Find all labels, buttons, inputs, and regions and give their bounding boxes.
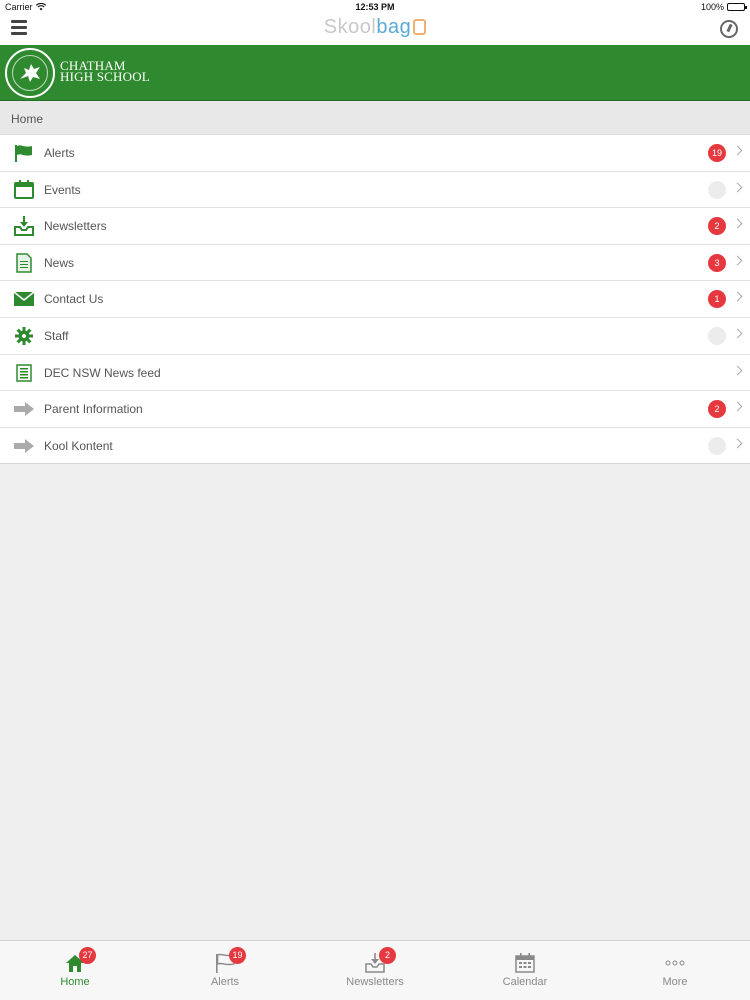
app-logo: Skoolbag — [0, 16, 750, 39]
tab-newsletters[interactable]: 2 Newsletters — [300, 941, 450, 1000]
school-header: CHATHAM HIGH SCHOOL — [0, 45, 750, 101]
chevron-right-icon — [732, 182, 743, 193]
menu-item-label: DEC NSW News feed — [44, 365, 161, 380]
menu-list: Alerts 19 Events Newsletters 2 News 3 Co… — [0, 134, 750, 465]
chevron-right-icon — [732, 328, 743, 339]
count-badge: 2 — [708, 217, 726, 236]
tab-label: Alerts — [210, 976, 240, 988]
gear-icon — [13, 326, 35, 346]
menu-item-label: News — [44, 255, 75, 270]
menu-item-label: Newsletters — [44, 219, 107, 234]
chevron-right-icon — [732, 145, 743, 156]
top-nav: Skoolbag — [0, 14, 750, 45]
menu-item-events[interactable]: Events — [0, 172, 750, 209]
menu-item-contact-us[interactable]: Contact Us 1 — [0, 281, 750, 318]
arrow-right-icon — [13, 399, 35, 419]
chevron-right-icon — [732, 218, 743, 229]
tab-label: Newsletters — [346, 976, 404, 988]
menu-item-label: Parent Information — [44, 402, 143, 417]
count-badge: 3 — [708, 253, 726, 272]
school-name-line2: HIGH SCHOOL — [60, 69, 150, 84]
tab-alerts[interactable]: 19 Alerts — [150, 941, 300, 1000]
logo-text-bag: bag — [376, 16, 412, 38]
inbox-download-icon — [13, 216, 35, 237]
battery-indicator: 100% — [700, 2, 747, 12]
school-crest-icon — [5, 48, 55, 98]
menu-item-parent-information[interactable]: Parent Information 2 — [0, 391, 750, 428]
chevron-right-icon — [732, 401, 743, 412]
menu-item-dec-nsw-news-feed[interactable]: DEC NSW News feed — [0, 355, 750, 392]
count-badge — [708, 326, 726, 345]
menu-item-kool-kontent[interactable]: Kool Kontent — [0, 428, 750, 465]
menu-item-label: Contact Us — [44, 292, 104, 307]
menu-item-label: Alerts — [44, 146, 75, 160]
tab-bar: 27 Home 19 Alerts 2 Newsletters Calendar… — [0, 940, 750, 1000]
count-badge — [708, 436, 726, 455]
tab-badge: 27 — [79, 947, 96, 964]
tab-home[interactable]: 27 Home — [0, 941, 150, 1000]
newspaper-icon — [13, 363, 35, 383]
breadcrumb: Home — [0, 101, 750, 134]
calendar-icon — [13, 180, 35, 200]
chevron-right-icon — [732, 291, 743, 302]
chevron-right-icon — [732, 438, 743, 449]
count-badge: 19 — [708, 144, 726, 162]
menu-item-staff[interactable]: Staff — [0, 318, 750, 355]
menu-item-label: Kool Kontent — [44, 438, 113, 453]
tab-badge: 19 — [229, 947, 246, 964]
count-badge — [708, 180, 726, 199]
count-badge: 2 — [708, 400, 726, 419]
envelope-icon — [13, 289, 35, 309]
tab-more[interactable]: More — [600, 941, 750, 1000]
arrow-right-icon — [13, 436, 35, 456]
count-badge: 1 — [708, 290, 726, 309]
flag-icon — [13, 143, 35, 163]
menu-item-label: Events — [44, 182, 81, 197]
school-name: CHATHAM HIGH SCHOOL — [60, 59, 150, 84]
document-icon — [13, 253, 35, 273]
menu-item-label: Staff — [44, 328, 69, 343]
tab-label: Calendar — [502, 976, 548, 988]
battery-label: 100% — [700, 2, 724, 12]
tab-badge: 2 — [379, 947, 396, 964]
tab-label: More — [662, 976, 688, 988]
menu-item-news[interactable]: News 3 — [0, 245, 750, 282]
bag-icon — [413, 19, 427, 35]
chevron-right-icon — [732, 365, 743, 376]
chevron-right-icon — [732, 255, 743, 266]
logo-text-skool: Skool — [323, 16, 377, 38]
sync-icon[interactable] — [720, 20, 738, 38]
battery-icon — [727, 3, 747, 11]
status-time: 12:53 PM — [355, 2, 395, 12]
tab-calendar[interactable]: Calendar — [450, 941, 600, 1000]
ellipsis-icon — [665, 960, 685, 966]
menu-item-newsletters[interactable]: Newsletters 2 — [0, 208, 750, 245]
menu-item-alerts[interactable]: Alerts 19 — [0, 135, 750, 172]
status-bar: Carrier 12:53 PM 100% — [0, 0, 750, 14]
tab-label: Home — [60, 976, 90, 988]
calendar-icon — [515, 953, 535, 973]
